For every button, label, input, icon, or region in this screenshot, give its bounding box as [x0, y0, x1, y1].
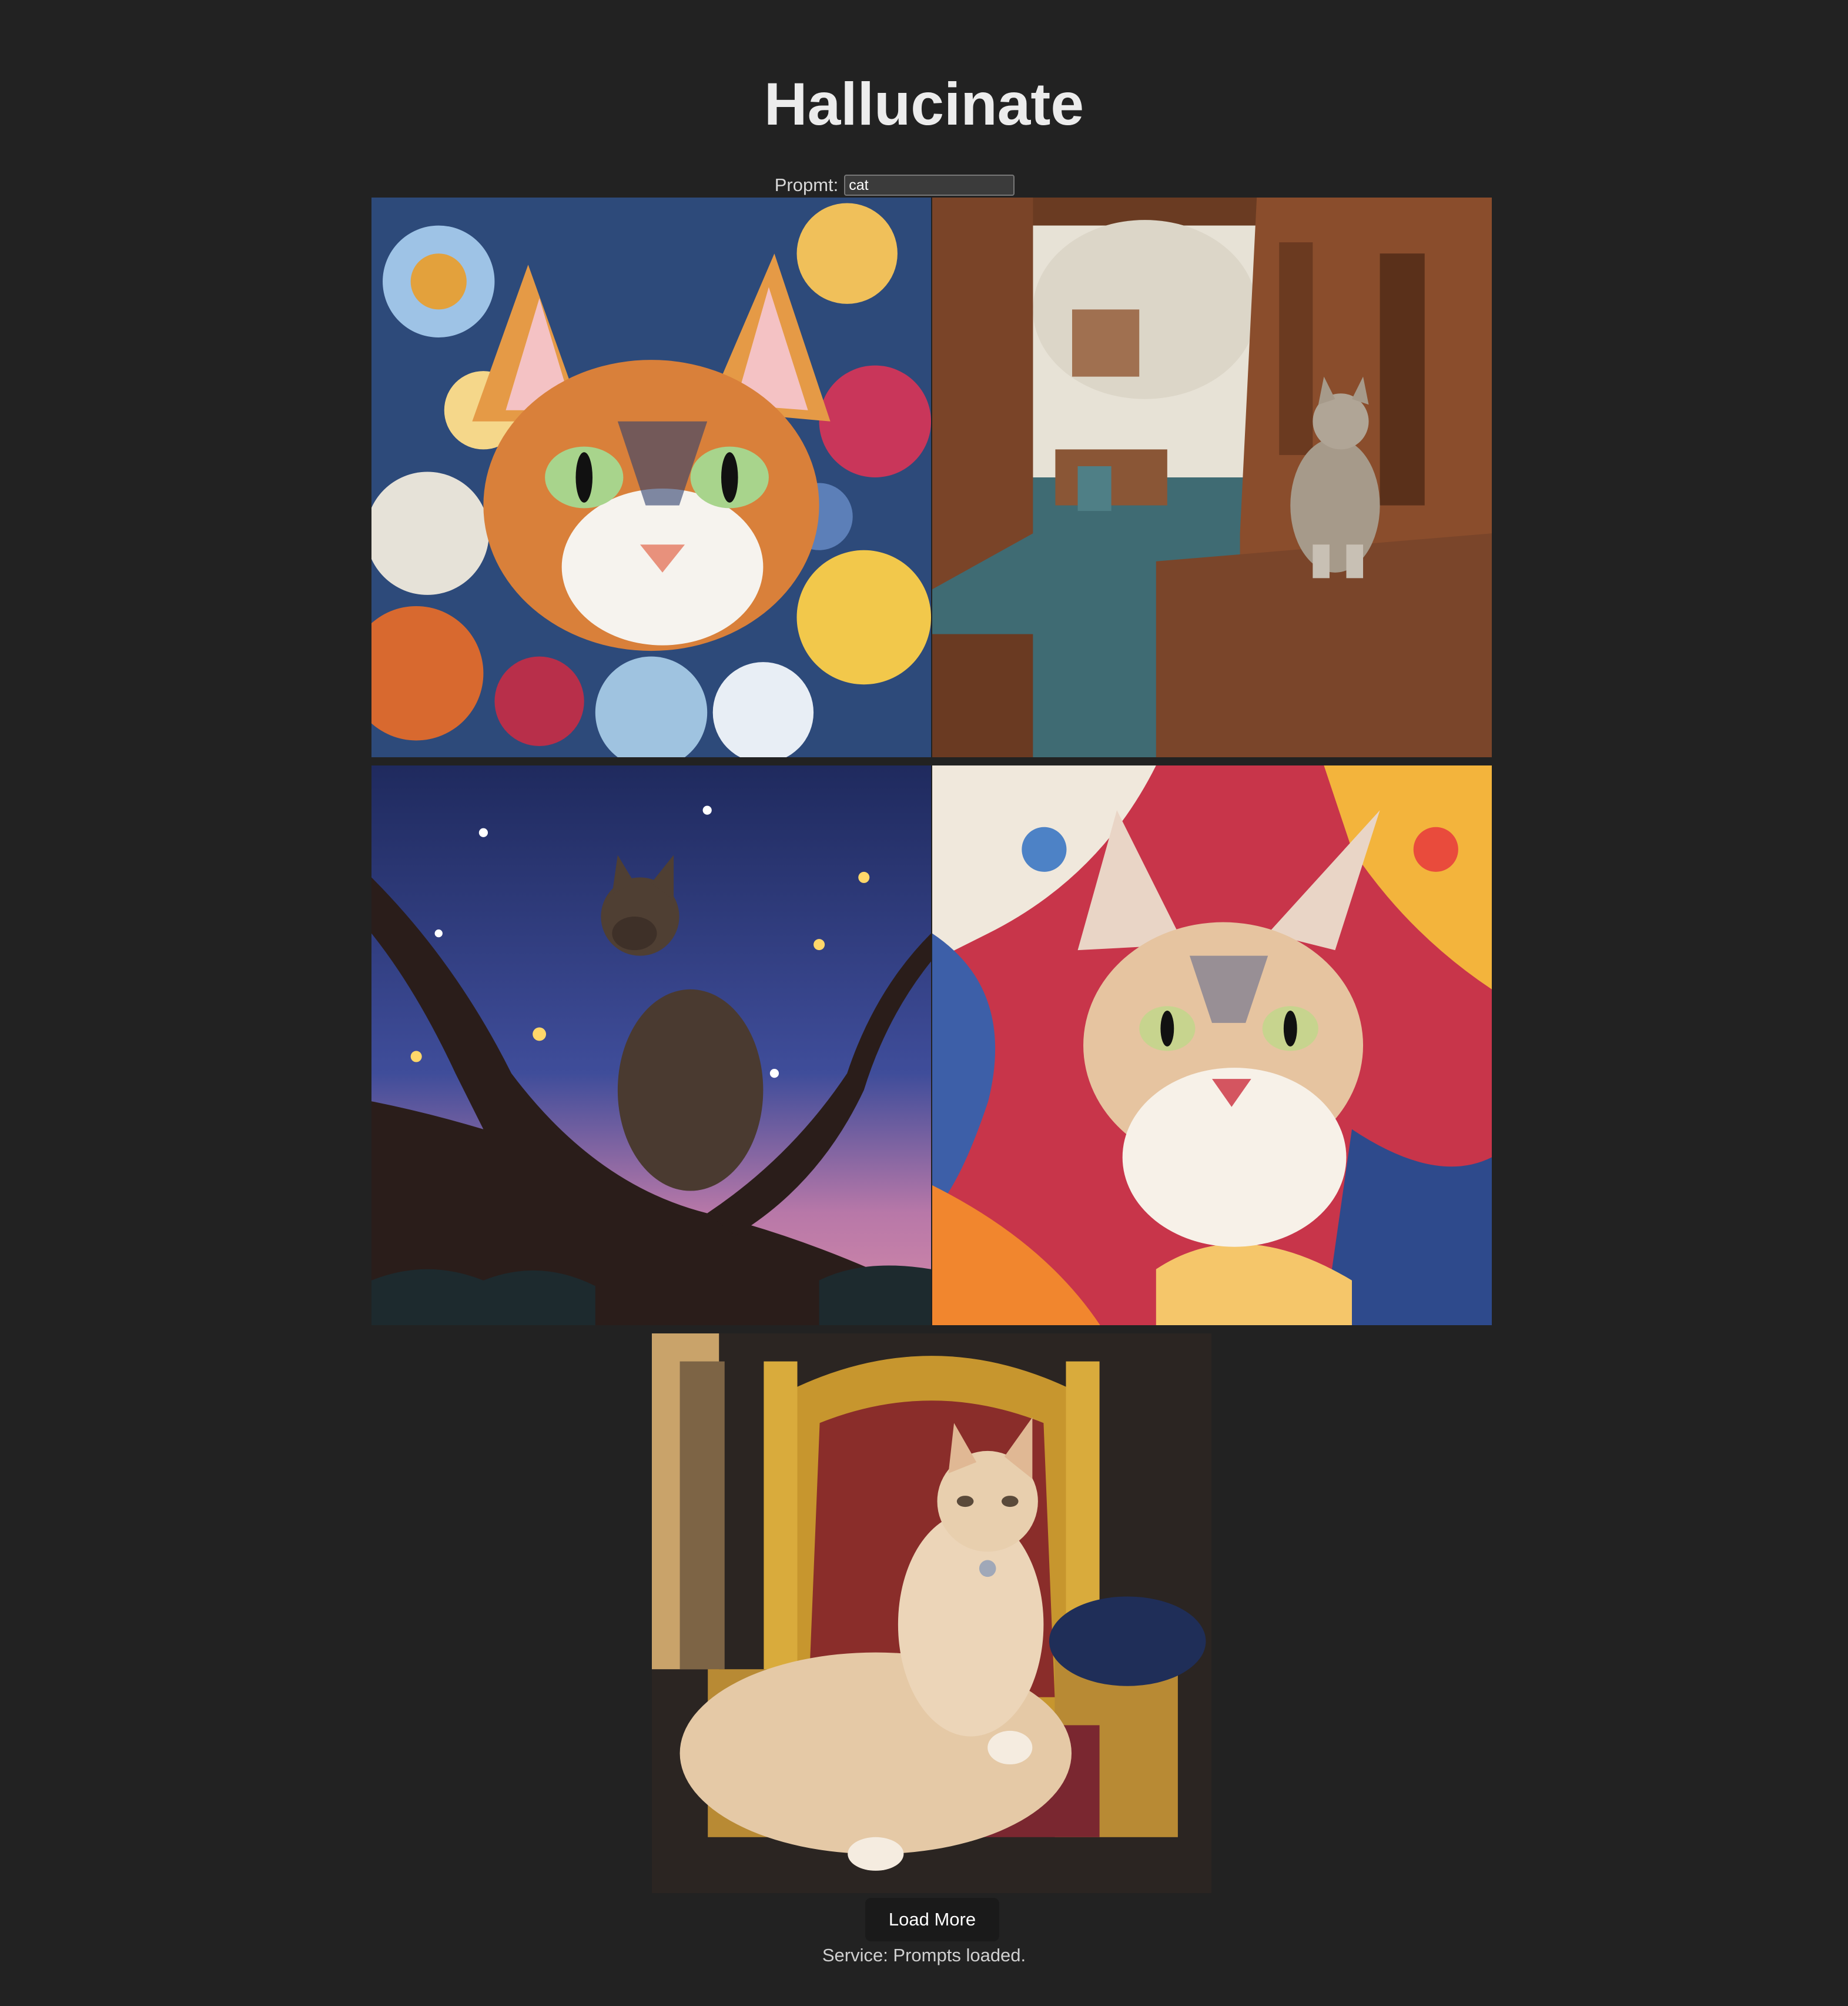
- throne-cat-image: [652, 1333, 1211, 1893]
- night-tree-cat-image: [371, 765, 931, 1325]
- abstract-cat-image: [932, 765, 1492, 1325]
- gallery-image-night-tree-cat[interactable]: [371, 765, 931, 1325]
- status-text: Service: Prompts loaded.: [822, 1945, 1026, 1965]
- load-more-button[interactable]: Load More: [865, 1898, 999, 1941]
- swirl-cat-image: [371, 198, 931, 757]
- ruins-cat-image: [932, 198, 1492, 757]
- prompt-input[interactable]: [844, 175, 1015, 196]
- gallery-image-throne-cat[interactable]: [652, 1333, 1211, 1893]
- gallery-image-swirl-cat[interactable]: [371, 198, 931, 757]
- prompt-row: Propmt:: [0, 172, 1848, 199]
- gallery-image-abstract-cat[interactable]: [932, 765, 1492, 1325]
- gallery-image-ruins-cat[interactable]: [932, 198, 1492, 757]
- prompt-label: Propmt:: [774, 175, 839, 195]
- page-title: Hallucinate: [764, 71, 1084, 138]
